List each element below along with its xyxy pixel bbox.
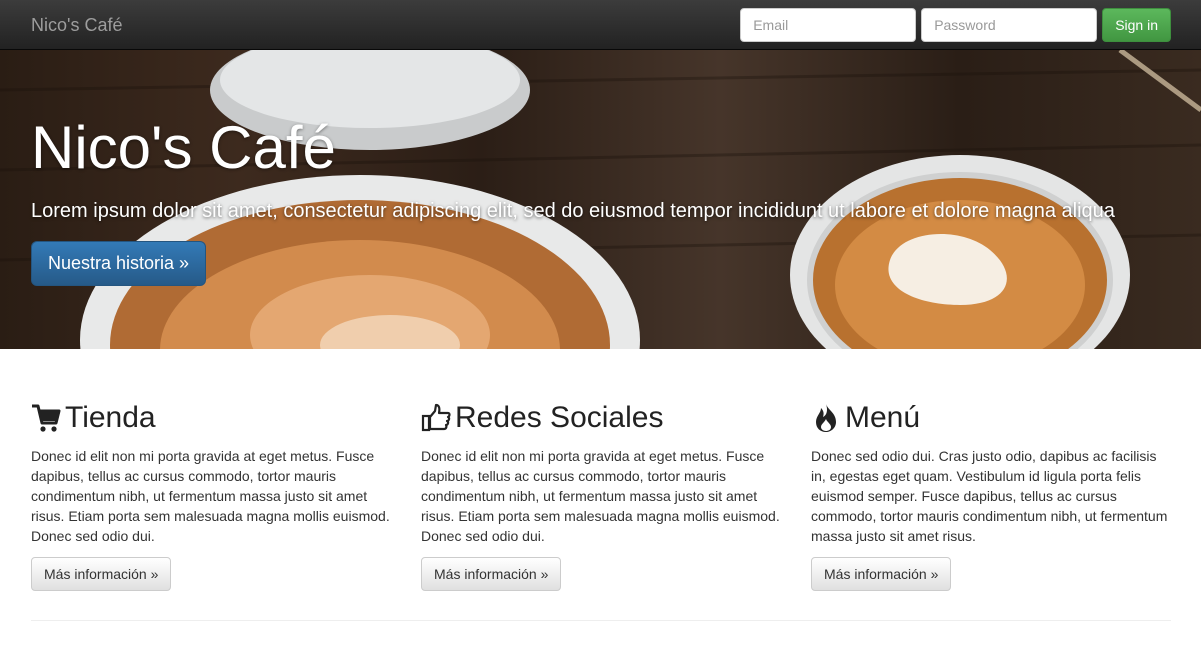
column-heading: Menú: [811, 398, 1173, 438]
thumbs-up-icon: [421, 403, 451, 432]
column-title: Menú: [845, 401, 921, 434]
column-title: Redes Sociales: [455, 401, 664, 434]
hero-title: Nico's Café: [31, 114, 336, 181]
shopping-cart-icon: [32, 404, 61, 432]
mas-informacion-button[interactable]: Más información »: [31, 557, 172, 591]
signin-form: Sign in: [740, 8, 1171, 42]
brand-link[interactable]: Nico's Café: [31, 15, 122, 35]
column-text: Donec id elit non mi porta gravida at eg…: [31, 448, 390, 544]
column-menu: Menú Donec sed odio dui. Cras justo odio…: [811, 398, 1173, 591]
column-heading: Tienda: [31, 398, 393, 438]
password-input[interactable]: [921, 8, 1098, 42]
nuestra-historia-button[interactable]: Nuestra historia »: [31, 241, 207, 286]
section-divider: [31, 620, 1171, 621]
hero-lead-text: Lorem ipsum dolor sit amet, consectetur …: [31, 200, 1115, 222]
column-heading: Redes Sociales: [421, 398, 783, 438]
sign-in-button[interactable]: Sign in: [1102, 8, 1171, 42]
email-input[interactable]: [740, 8, 917, 42]
top-navbar: Nico's Café Sign in: [0, 0, 1201, 50]
column-text: Donec id elit non mi porta gravida at eg…: [421, 448, 780, 544]
column-title: Tienda: [65, 401, 156, 434]
mas-informacion-button[interactable]: Más información »: [421, 557, 562, 591]
column-tienda: Tienda Donec id elit non mi porta gravid…: [31, 398, 393, 591]
hero-jumbotron: Nico's Café Lorem ipsum dolor sit amet, …: [0, 50, 1201, 349]
mas-informacion-button[interactable]: Más información »: [811, 557, 952, 591]
column-text: Donec sed odio dui. Cras justo odio, dap…: [811, 448, 1168, 544]
fire-icon: [816, 404, 836, 432]
column-redes-sociales: Redes Sociales Donec id elit non mi port…: [421, 398, 783, 591]
